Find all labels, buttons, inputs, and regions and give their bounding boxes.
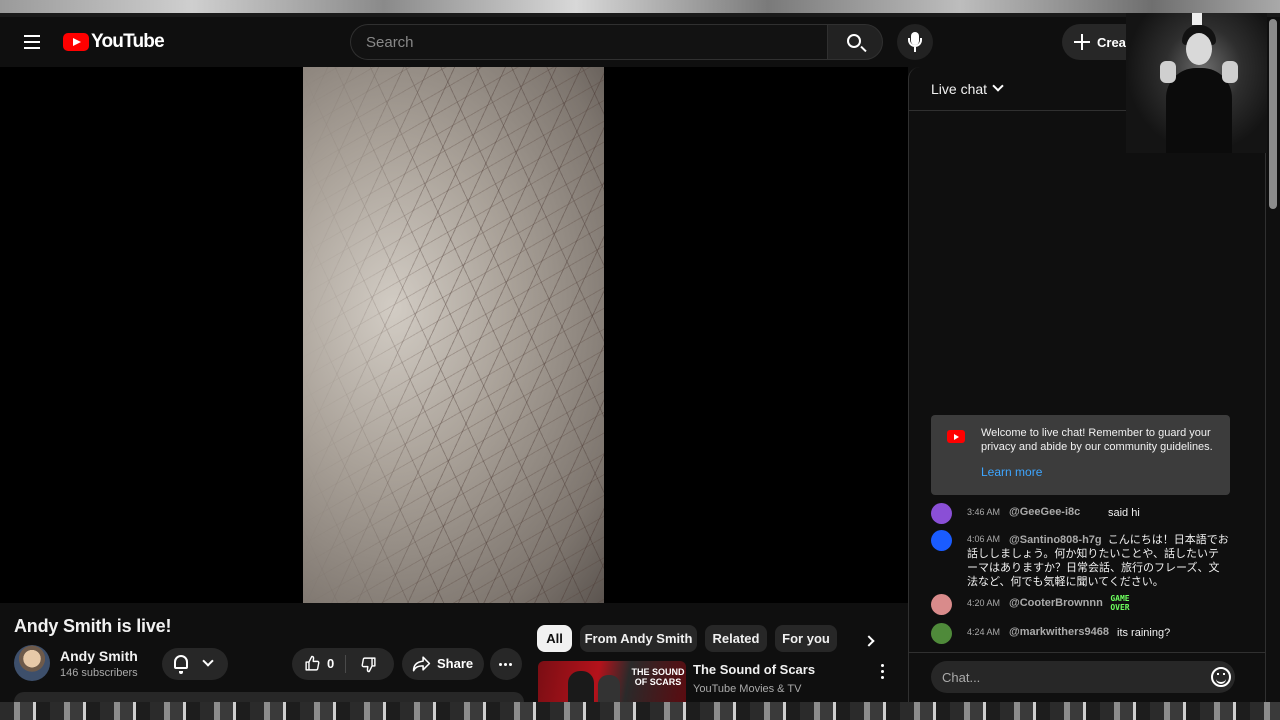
description-box[interactable] (14, 692, 524, 702)
search-button[interactable] (827, 24, 883, 60)
learn-more-link[interactable]: Learn more (981, 465, 1042, 479)
chat-message: 4:24 AM @markwithers9468 its raining? (931, 623, 1241, 644)
message-time: 4:20 AM (967, 598, 1001, 608)
like-count: 0 (327, 656, 335, 671)
background-strip-bottom (0, 702, 1280, 720)
chat-input-box (931, 661, 1235, 693)
related-video-thumbnail[interactable]: THE SOUND OF SCARS (538, 661, 686, 705)
youtube-play-icon (63, 33, 89, 51)
author-avatar[interactable] (931, 623, 952, 644)
chat-message: 4:06 AM @Santino808-h7g こんにちは！日本語でお話ししまし… (931, 530, 1241, 590)
webcam-overlay (1126, 13, 1267, 153)
channel-avatar[interactable] (14, 645, 50, 681)
chat-message: 4:20 AM @CooterBrownnn GAME OVER (931, 594, 1241, 616)
search-input[interactable] (351, 25, 828, 59)
thumbnail-title: THE SOUND OF SCARS (631, 667, 685, 687)
author-avatar[interactable] (931, 530, 952, 551)
thumbs-down-icon[interactable] (360, 656, 377, 673)
video-frame[interactable] (303, 67, 604, 603)
chevron-down-icon (202, 655, 214, 667)
video-player[interactable] (0, 67, 908, 603)
message-time: 3:46 AM (967, 507, 1001, 517)
like-divider (345, 655, 346, 673)
welcome-banner: Welcome to live chat! Remember to guard … (931, 415, 1230, 495)
message-body: @Santino808-h7g こんにちは！日本語でお話ししましょう。何か知りた… (967, 533, 1229, 589)
chip-for-you[interactable]: For you (775, 625, 837, 652)
emoji-icon[interactable] (1211, 667, 1231, 687)
chip-from-andy-smith[interactable]: From Andy Smith (580, 625, 697, 652)
chips-next-button[interactable] (861, 630, 883, 652)
background-strip-top (0, 0, 1280, 17)
message-author[interactable]: @CooterBrownnn (1009, 597, 1103, 609)
message-text: said hi (1108, 507, 1140, 519)
more-icon (499, 663, 513, 666)
share-icon (412, 656, 431, 672)
live-chat-mode-selector[interactable]: Live chat (931, 81, 987, 97)
chevron-right-icon (863, 635, 875, 647)
chat-input[interactable] (931, 661, 1235, 693)
share-button[interactable]: Share (402, 648, 484, 680)
notifications-button[interactable] (162, 648, 228, 680)
search-box (350, 24, 828, 60)
search-icon (847, 34, 861, 48)
share-label: Share (437, 656, 474, 671)
subscriber-count: 146 subscribers (60, 667, 138, 679)
live-chat-panel: Live chat Welcome to live chat! Remember… (908, 67, 1266, 703)
message-time: 4:24 AM (967, 627, 1001, 637)
masthead: YouTube Create (0, 17, 1280, 67)
like-dislike-group: 0 (292, 648, 394, 680)
chat-message: 3:46 AM @GeeGee-i8c said hi (931, 503, 1241, 524)
message-text: its raining? (1117, 627, 1171, 639)
author-avatar[interactable] (931, 594, 952, 615)
related-video-title[interactable]: The Sound of Scars (693, 662, 815, 677)
chevron-down-icon[interactable] (992, 80, 1004, 92)
youtube-logo[interactable]: YouTube (63, 30, 165, 54)
scrollbar-thumb[interactable] (1269, 19, 1277, 209)
plus-icon (1074, 34, 1090, 50)
voice-search-button[interactable] (897, 24, 933, 60)
welcome-text: Welcome to live chat! Remember to guard … (981, 427, 1213, 453)
channel-name[interactable]: Andy Smith (60, 648, 138, 664)
author-avatar[interactable] (931, 503, 952, 524)
video-title: Andy Smith is live! (14, 616, 172, 636)
chip-related[interactable]: Related (705, 625, 767, 652)
thumbs-up-icon[interactable] (304, 655, 321, 672)
hamburger-menu-icon[interactable] (20, 31, 44, 53)
page-scrollbar[interactable] (1266, 17, 1280, 703)
message-author[interactable]: @markwithers9468 (1009, 626, 1109, 638)
bell-icon (174, 655, 188, 674)
more-actions-button[interactable] (490, 648, 522, 680)
related-video-menu-icon[interactable] (876, 663, 890, 681)
youtube-icon (947, 430, 965, 443)
game-over-emote: GAME OVER (1110, 594, 1130, 612)
chip-all[interactable]: All (537, 625, 572, 652)
message-author[interactable]: @GeeGee-i8c (1009, 506, 1080, 518)
chat-input-area (909, 652, 1265, 703)
logo-text: YouTube (91, 31, 165, 52)
message-author[interactable]: @Santino808-h7g (1009, 534, 1102, 546)
video-content (303, 67, 604, 603)
related-video-channel[interactable]: YouTube Movies & TV (693, 683, 801, 695)
